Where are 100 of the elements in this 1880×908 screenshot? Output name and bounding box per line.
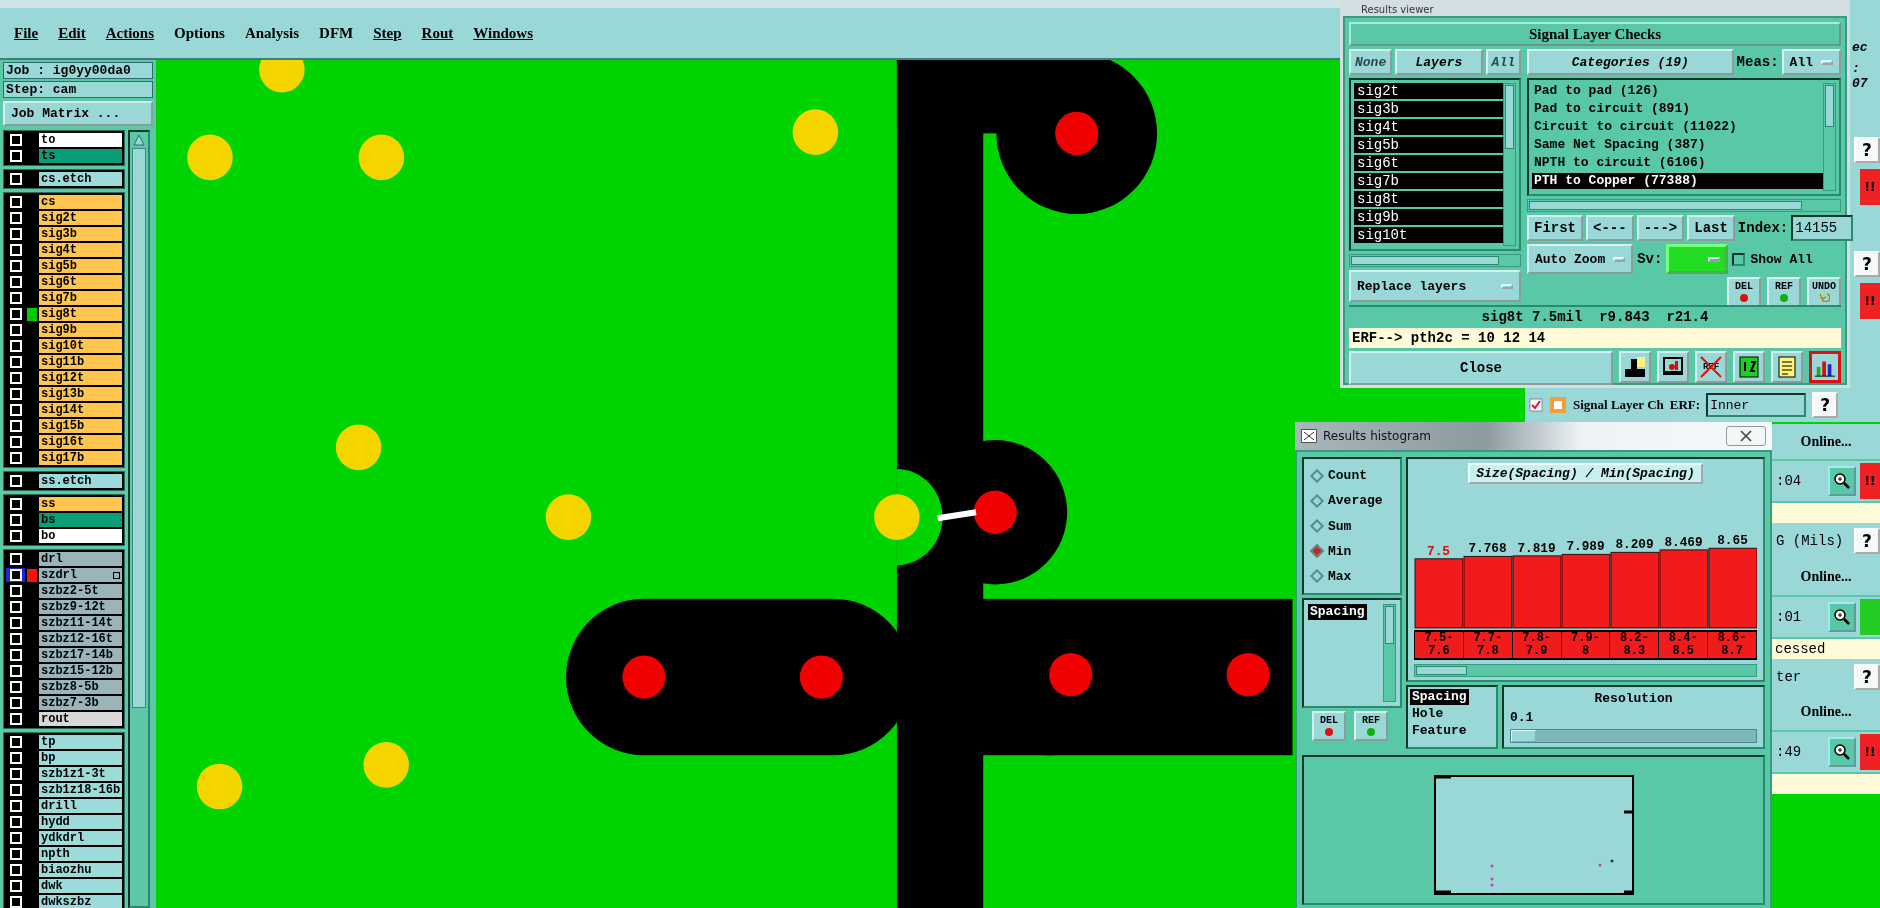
- menu-item[interactable]: File: [14, 24, 39, 42]
- layer-name[interactable]: sig10t: [39, 339, 122, 353]
- delete-button[interactable]: DEL: [1312, 711, 1346, 741]
- menu-item[interactable]: Analysis: [244, 24, 300, 42]
- category-list-item[interactable]: PTH to Copper (77388): [1532, 173, 1823, 189]
- layer-checkbox[interactable]: [9, 617, 22, 629]
- menu-item[interactable]: Step: [373, 24, 402, 42]
- layer-checkbox[interactable]: [9, 713, 22, 725]
- radio-indicator[interactable]: [1309, 569, 1325, 584]
- layer-checkbox[interactable]: [9, 880, 22, 892]
- close-button[interactable]: Close: [1349, 351, 1613, 385]
- scrollbar[interactable]: [1383, 604, 1396, 702]
- layer-name[interactable]: szdrl: [39, 568, 122, 582]
- navigation-button[interactable]: --->: [1636, 215, 1685, 241]
- layer-checkbox[interactable]: [9, 800, 22, 812]
- help-button[interactable]: ?: [1854, 251, 1880, 277]
- layer-checkbox[interactable]: [9, 498, 22, 510]
- field-list-item[interactable]: Spacing: [1308, 604, 1367, 620]
- mode-radio[interactable]: Average: [1308, 488, 1396, 514]
- show-all-checkbox[interactable]: Show All: [1732, 244, 1813, 274]
- layer-list-item[interactable]: sig9b: [1354, 209, 1503, 225]
- layer-name[interactable]: szb1z18-16b: [39, 783, 122, 797]
- layer-name[interactable]: szbz7-3b: [39, 696, 122, 710]
- layer-checkbox[interactable]: [9, 864, 22, 876]
- layer-name[interactable]: sig2t: [39, 211, 122, 225]
- scrollbar[interactable]: [128, 130, 150, 908]
- mode-radio[interactable]: Count: [1308, 463, 1396, 489]
- measure-list-item[interactable]: Feature: [1410, 723, 1469, 739]
- layer-checkbox[interactable]: [9, 784, 22, 796]
- layer-name[interactable]: szbz15-12b: [39, 664, 122, 678]
- radio-indicator[interactable]: [1309, 518, 1325, 534]
- layer-name[interactable]: sig15b: [39, 419, 122, 433]
- scrollbar[interactable]: [1527, 199, 1841, 212]
- category-list-item[interactable]: Circuit to circuit (11022): [1532, 119, 1823, 135]
- layer-checkbox[interactable]: [9, 896, 22, 908]
- layer-name[interactable]: sig9b: [39, 323, 122, 337]
- measure-list-item[interactable]: Spacing: [1410, 689, 1469, 705]
- zoom-button[interactable]: [1828, 601, 1856, 632]
- zoom-button[interactable]: [1828, 737, 1856, 767]
- radio-indicator[interactable]: [1309, 468, 1325, 483]
- resolution-slider[interactable]: [1510, 729, 1757, 743]
- layer-name[interactable]: sig11b: [39, 355, 122, 369]
- layer-checkbox[interactable]: [9, 530, 22, 542]
- layer-checkbox[interactable]: [9, 340, 22, 352]
- layer-name[interactable]: szbz17-14b: [39, 648, 122, 662]
- menu-item[interactable]: Rout: [421, 24, 454, 42]
- layer-name[interactable]: bp: [39, 751, 122, 765]
- menu-item[interactable]: Windows: [473, 24, 533, 42]
- navigation-button[interactable]: <---: [1586, 215, 1634, 241]
- scrollbar[interactable]: [1414, 664, 1757, 677]
- layer-checkbox[interactable]: [9, 816, 22, 828]
- help-button[interactable]: ?: [1854, 137, 1880, 163]
- layer-list-item[interactable]: sig10t: [1354, 227, 1503, 243]
- layer-list-item[interactable]: sig4t: [1354, 119, 1503, 135]
- layer-checkbox[interactable]: [9, 452, 22, 464]
- layer-checkbox[interactable]: [9, 244, 22, 256]
- layer-list-item[interactable]: sig2t: [1354, 83, 1503, 99]
- scrollbar[interactable]: [1349, 254, 1521, 267]
- layer-checkbox[interactable]: [9, 633, 22, 645]
- layer-name[interactable]: szbz12-16t: [39, 632, 122, 646]
- layer-name[interactable]: szbz8-5b: [39, 680, 122, 694]
- slider-thumb[interactable]: [1511, 730, 1536, 742]
- layer-name[interactable]: sig7b: [39, 291, 122, 305]
- layer-filter-button[interactable]: None: [1349, 49, 1393, 75]
- layer-checkbox[interactable]: [9, 134, 22, 146]
- layer-name[interactable]: to: [39, 133, 122, 147]
- layer-name[interactable]: sig8t: [39, 307, 122, 321]
- zoom-mode-dropdown[interactable]: Auto Zoom: [1527, 244, 1634, 274]
- category-list-item[interactable]: Pad to circuit (891): [1532, 101, 1823, 117]
- layer-checkbox[interactable]: [9, 665, 22, 677]
- layer-checkbox[interactable]: [9, 324, 22, 336]
- mode-radio[interactable]: Min: [1308, 538, 1396, 564]
- menu-item[interactable]: Actions: [105, 24, 154, 42]
- layer-name[interactable]: dwk: [39, 879, 122, 893]
- scrollbar[interactable]: [1503, 83, 1516, 246]
- layer-name[interactable]: sig14t: [39, 403, 122, 417]
- layer-name[interactable]: bs: [39, 513, 122, 527]
- job-matrix-button[interactable]: Job Matrix ...: [3, 101, 153, 126]
- layer-name[interactable]: szb1z1-3t: [39, 767, 122, 781]
- navigation-button[interactable]: First: [1527, 215, 1583, 241]
- layer-name[interactable]: tp: [39, 735, 122, 749]
- layer-name[interactable]: sig4t: [39, 243, 122, 257]
- layer-checkbox[interactable]: [9, 388, 22, 400]
- layer-checkbox[interactable]: [9, 697, 22, 709]
- layer-checkbox[interactable]: [9, 212, 22, 224]
- layer-name[interactable]: szbz9-12t: [39, 600, 122, 614]
- layer-name[interactable]: ss: [39, 497, 122, 511]
- replace-mode-dropdown[interactable]: Replace layers: [1349, 270, 1521, 302]
- help-button[interactable]: ?: [1812, 392, 1839, 418]
- menu-item[interactable]: DFM: [319, 24, 354, 42]
- layer-name[interactable]: sig13b: [39, 387, 122, 401]
- close-button[interactable]: [1726, 426, 1766, 446]
- layer-name[interactable]: sig5b: [39, 259, 122, 273]
- layer-name[interactable]: drill: [39, 799, 122, 813]
- layer-name[interactable]: sig12t: [39, 371, 122, 385]
- help-button[interactable]: ?: [1854, 528, 1880, 555]
- layer-checkbox[interactable]: [9, 848, 22, 860]
- ref-button[interactable]: REF: [1354, 711, 1388, 741]
- layer-checkbox[interactable]: [9, 649, 22, 661]
- layer-name[interactable]: sig17b: [39, 451, 122, 465]
